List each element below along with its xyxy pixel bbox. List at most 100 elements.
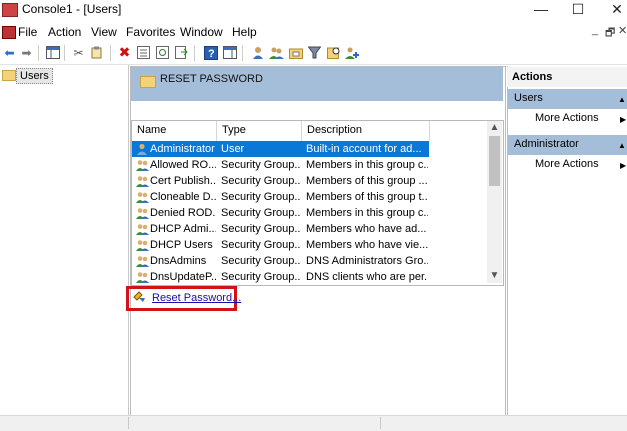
cell-type: Security Group... bbox=[221, 239, 301, 251]
filter-icon[interactable] bbox=[307, 45, 322, 60]
cell-description: Members of this group t... bbox=[306, 191, 428, 203]
toolbar-separator bbox=[64, 45, 65, 61]
cell-description: DNS Administrators Gro... bbox=[306, 255, 428, 267]
menu-file[interactable]: File bbox=[18, 25, 37, 39]
maximize-button[interactable]: ☐ bbox=[558, 0, 598, 20]
reset-password-link[interactable]: Reset Password... bbox=[152, 292, 241, 304]
menu-action[interactable]: Action bbox=[48, 25, 81, 39]
console-menu-icon[interactable] bbox=[2, 26, 16, 39]
folder-icon bbox=[140, 76, 156, 88]
tree-item-users[interactable]: Users bbox=[16, 68, 53, 84]
refresh-icon[interactable] bbox=[155, 45, 170, 60]
column-header-type[interactable]: Type bbox=[222, 124, 246, 136]
reset-password-icon[interactable] bbox=[133, 291, 147, 303]
cell-type: Security Group... bbox=[221, 223, 301, 235]
export-list-icon[interactable] bbox=[174, 45, 189, 60]
cell-description: Members who have ad... bbox=[306, 223, 427, 235]
toolbar-separator bbox=[242, 45, 243, 61]
menu-view[interactable]: View bbox=[91, 25, 117, 39]
table-row[interactable]: Denied ROD... Security Group... Members in… bbox=[132, 205, 429, 221]
new-user-icon[interactable] bbox=[250, 45, 265, 60]
menu-favorites[interactable]: Favorites bbox=[126, 25, 175, 39]
actions-section-heading: Administrator bbox=[514, 138, 579, 150]
group-icon bbox=[136, 255, 149, 267]
column-header-description[interactable]: Description bbox=[307, 124, 362, 136]
group-icon bbox=[136, 175, 149, 187]
group-icon bbox=[136, 159, 149, 171]
cell-type: User bbox=[221, 143, 245, 155]
more-actions-item[interactable]: More Actions bbox=[535, 158, 599, 170]
forward-arrow-icon[interactable]: ➡ bbox=[19, 45, 34, 60]
group-icon bbox=[136, 191, 149, 203]
cell-name: Administrator bbox=[150, 143, 215, 155]
actions-title: Actions bbox=[512, 71, 553, 83]
group-icon bbox=[136, 271, 149, 283]
cell-description: Built-in account for ad... bbox=[306, 143, 422, 155]
cut-icon[interactable]: ✂ bbox=[71, 45, 86, 60]
window-title: Console1 - [Users] bbox=[22, 2, 122, 16]
minimize-button[interactable]: — bbox=[521, 0, 561, 20]
taskpad-title: RESET PASSWORD bbox=[160, 73, 263, 85]
toolbar-separator bbox=[110, 45, 111, 61]
properties-icon[interactable] bbox=[136, 45, 151, 60]
cell-name: Cert Publish... bbox=[150, 175, 216, 187]
scroll-up-arrow-icon[interactable]: ▲ bbox=[487, 121, 502, 135]
table-row[interactable]: DHCP Users Security Group... Members who h… bbox=[132, 237, 429, 253]
group-icon bbox=[136, 207, 149, 219]
find-icon[interactable] bbox=[326, 45, 341, 60]
show-hide-tree-icon[interactable] bbox=[45, 45, 60, 60]
svg-text:?: ? bbox=[208, 48, 215, 60]
folder-icon bbox=[2, 70, 16, 81]
table-row[interactable]: Allowed RO... Security Group... Members in… bbox=[132, 157, 429, 173]
table-row[interactable]: DnsUpdateP... Security Group... DNS client… bbox=[132, 269, 429, 285]
back-arrow-icon[interactable]: ⬅ bbox=[2, 45, 17, 60]
cell-description: Members in this group c... bbox=[306, 207, 428, 219]
help-icon[interactable]: ? bbox=[203, 45, 218, 60]
new-ou-icon[interactable] bbox=[288, 45, 303, 60]
collapse-up-icon[interactable]: ▲ bbox=[618, 141, 626, 150]
menu-help[interactable]: Help bbox=[232, 25, 257, 39]
cell-name: DnsAdmins bbox=[150, 255, 207, 267]
submenu-arrow-icon: ▶ bbox=[620, 115, 627, 124]
table-row[interactable]: Administrator User Built-in account for ad… bbox=[132, 141, 429, 157]
column-divider[interactable] bbox=[429, 121, 430, 141]
scroll-down-arrow-icon[interactable]: ▼ bbox=[487, 269, 502, 283]
table-row[interactable]: Cloneable D... Security Group... Members o… bbox=[132, 189, 429, 205]
group-icon bbox=[136, 239, 149, 251]
delete-icon[interactable]: ✖ bbox=[117, 44, 132, 60]
column-header-name[interactable]: Name bbox=[137, 124, 166, 136]
more-actions-item[interactable]: More Actions bbox=[535, 112, 599, 124]
mdi-close-button[interactable]: ✕ bbox=[618, 24, 627, 37]
cell-name: Allowed RO... bbox=[150, 159, 216, 171]
collapse-up-icon[interactable]: ▲ bbox=[618, 95, 626, 104]
column-divider[interactable] bbox=[216, 121, 217, 141]
column-divider[interactable] bbox=[301, 121, 302, 141]
cell-description: Members who have vie... bbox=[306, 239, 428, 251]
group-icon bbox=[136, 223, 149, 235]
user-icon bbox=[136, 143, 148, 155]
table-row[interactable]: DHCP Admi... Security Group... Members who… bbox=[132, 221, 429, 237]
mdi-minimize-button[interactable]: _ bbox=[592, 24, 598, 36]
show-hide-action-pane-icon[interactable] bbox=[222, 45, 237, 60]
copy-icon[interactable] bbox=[90, 45, 105, 60]
cell-name: Denied ROD... bbox=[150, 207, 216, 219]
menu-window[interactable]: Window bbox=[180, 25, 223, 39]
cell-description: Members of this group ... bbox=[306, 175, 428, 187]
table-row[interactable]: Cert Publish... Security Group... Members … bbox=[132, 173, 429, 189]
cell-name: Cloneable D... bbox=[150, 191, 216, 203]
mdi-restore-button[interactable]: 🗗 bbox=[605, 24, 615, 43]
table-row[interactable]: DnsAdmins Security Group... DNS Administra… bbox=[132, 253, 429, 269]
status-divider bbox=[380, 417, 381, 429]
cell-type: Security Group... bbox=[221, 159, 301, 171]
mmc-app-icon bbox=[2, 3, 18, 17]
add-to-group-icon[interactable] bbox=[345, 45, 360, 60]
cell-type: Security Group... bbox=[221, 255, 301, 267]
cell-description: DNS clients who are per... bbox=[306, 271, 428, 283]
toolbar-separator bbox=[38, 45, 39, 61]
close-button[interactable]: ✕ bbox=[597, 0, 627, 20]
toolbar-separator bbox=[194, 45, 195, 61]
scroll-thumb[interactable] bbox=[489, 136, 500, 186]
new-group-icon[interactable] bbox=[269, 45, 284, 60]
cell-type: Security Group... bbox=[221, 207, 301, 219]
cell-type: Security Group... bbox=[221, 271, 301, 283]
